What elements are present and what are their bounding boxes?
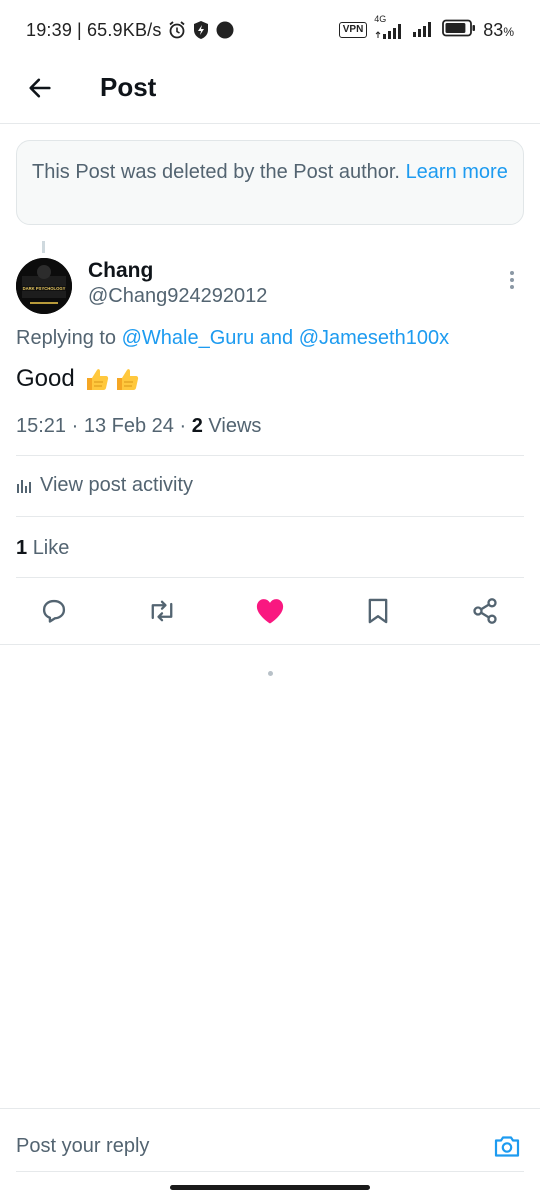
- back-button[interactable]: [22, 70, 58, 106]
- likes-label: Like: [32, 537, 70, 559]
- tweet-text: Good: [16, 365, 141, 393]
- views-count: 2: [191, 415, 203, 437]
- more-dot: [510, 278, 514, 282]
- loading-indicator: [268, 671, 273, 676]
- battery-percent: 83%: [483, 19, 514, 40]
- app-header: Post: [0, 58, 540, 124]
- reply-input[interactable]: [16, 1129, 476, 1163]
- alarm-icon: [167, 20, 187, 40]
- reply-icon: [42, 599, 66, 623]
- status-bar: 19:39 | 65.9KB/s VPN 4G 83%: [0, 0, 540, 58]
- dot-icon: [215, 20, 235, 40]
- divider: [16, 455, 524, 456]
- mention-joiner[interactable]: and: [260, 327, 293, 349]
- status-bar-left: 19:39 | 65.9KB/s: [26, 18, 235, 42]
- like-button[interactable]: [254, 595, 286, 627]
- mention-jameseth[interactable]: @Jameseth100x: [299, 327, 449, 349]
- tweet-date: 13 Feb 24: [83, 415, 174, 437]
- clock: 19:39: [26, 19, 73, 40]
- repost-button[interactable]: [146, 595, 178, 627]
- replying-to: Replying to @Whale_Guru and @Jameseth100…: [16, 327, 449, 350]
- activity-icon: [17, 479, 31, 493]
- tweet-emoji: [83, 365, 141, 393]
- divider: [16, 516, 524, 517]
- home-indicator[interactable]: [170, 1185, 370, 1190]
- view-post-activity[interactable]: View post activity: [16, 474, 193, 497]
- likes-count: 1: [16, 537, 28, 559]
- retweet-icon: [151, 600, 173, 622]
- arrow-left-icon: [29, 78, 51, 98]
- camera-icon: [494, 1136, 520, 1157]
- deleted-post-notice: This Post was deleted by the Post author…: [16, 140, 524, 225]
- thumbs-up-emoji: [86, 369, 108, 390]
- tweet-body: Good: [16, 365, 75, 392]
- replying-prefix: Replying to: [16, 327, 117, 349]
- divider: [0, 644, 540, 645]
- network-speed: 65.9KB/s: [86, 19, 162, 40]
- avatar-text: DARK PSYCHOLOGY: [23, 286, 66, 291]
- reply-button[interactable]: [38, 595, 70, 627]
- more-options-button[interactable]: [500, 268, 524, 292]
- share-button[interactable]: [469, 595, 501, 627]
- mention-whale-guru[interactable]: @Whale_Guru: [122, 327, 255, 349]
- tweet-meta: 15:21 · 13 Feb 24 · 2 Views: [16, 415, 261, 438]
- author-name[interactable]: Chang: [88, 259, 153, 283]
- tweet-time: 15:21: [16, 415, 67, 437]
- avatar[interactable]: DARK PSYCHOLOGY: [16, 258, 72, 314]
- learn-more-link[interactable]: Learn more: [406, 161, 508, 183]
- shield-bolt-icon: [192, 20, 210, 40]
- like-icon: [256, 599, 284, 624]
- signal-icon-2: [411, 18, 435, 43]
- signal-icon: 4G: [374, 14, 404, 40]
- share-icon: [473, 598, 497, 624]
- thumbs-up-emoji: [116, 369, 138, 390]
- more-dot: [510, 285, 514, 289]
- bookmark-button[interactable]: [362, 595, 394, 627]
- likes-count-link[interactable]: 1 Like: [16, 537, 69, 560]
- thread-line: [42, 241, 45, 253]
- bookmark-icon: [368, 598, 388, 624]
- meta-separator: ·: [71, 415, 79, 437]
- views-label: Views: [208, 415, 262, 437]
- reply-underline: [16, 1171, 524, 1172]
- activity-label: View post activity: [40, 474, 194, 496]
- meta-separator: ·: [179, 415, 187, 437]
- camera-button[interactable]: [492, 1131, 522, 1161]
- status-bar-right: VPN 4G 83%: [338, 14, 514, 43]
- page-title: Post: [100, 72, 157, 102]
- avatar-image: DARK PSYCHOLOGY: [16, 258, 72, 314]
- vpn-icon: VPN: [338, 22, 368, 38]
- notice-text: This Post was deleted by the Post author…: [32, 161, 400, 183]
- status-separator: |: [77, 19, 82, 40]
- reply-bar: [0, 1108, 540, 1200]
- battery-icon: [442, 19, 476, 42]
- more-dot: [510, 271, 514, 275]
- action-bar: [0, 578, 540, 644]
- author-handle[interactable]: @Chang924292012: [88, 285, 267, 308]
- network-type: 4G: [374, 14, 387, 24]
